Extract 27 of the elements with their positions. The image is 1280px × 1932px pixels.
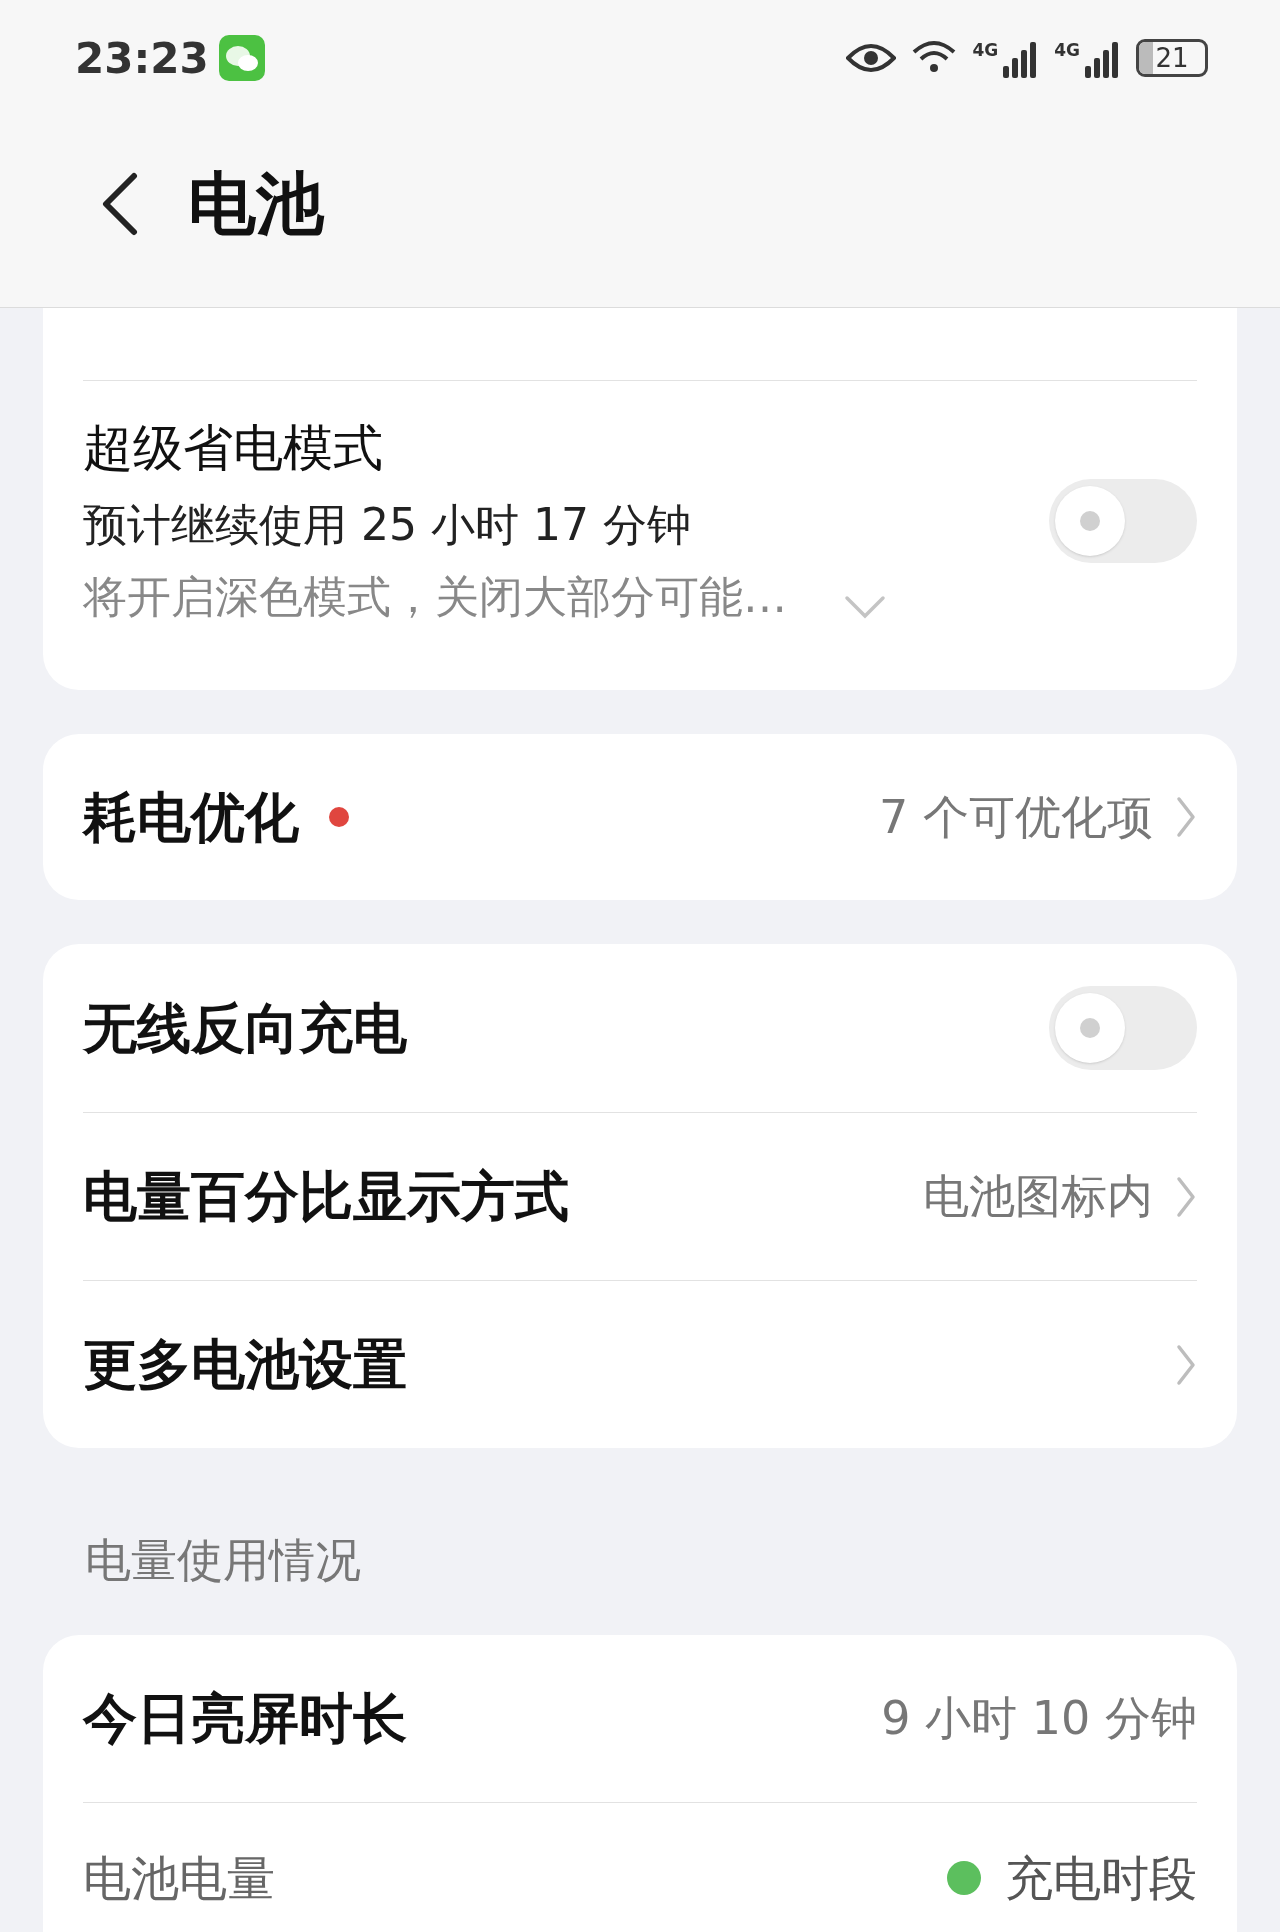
setting-title: 今日亮屏时长 xyxy=(83,1686,407,1752)
setting-title: 电量百分比显示方式 xyxy=(83,1164,570,1230)
chevron-right-icon xyxy=(1175,1174,1197,1219)
chart-title: 电池电量 xyxy=(83,1849,275,1908)
setting-value: 7 个可优化项 xyxy=(879,788,1153,846)
chevron-right-icon xyxy=(1175,1342,1197,1387)
setting-title: 耗电优化 xyxy=(83,784,299,851)
setting-title: 更多电池设置 xyxy=(83,1332,408,1398)
chevron-down-icon[interactable] xyxy=(843,594,887,620)
battery-indicator: 21 xyxy=(1136,39,1208,77)
optimize-row[interactable]: 耗电优化 7 个可优化项 xyxy=(43,734,1237,900)
network-label: 4G xyxy=(1054,39,1080,62)
status-time: 23:23 xyxy=(75,32,209,85)
network-label: 4G xyxy=(972,39,999,62)
eye-icon xyxy=(846,42,897,74)
setting-title: 超级省电模式 xyxy=(83,418,384,479)
setting-value: 9 小时 10 分钟 xyxy=(881,1690,1197,1747)
setting-title: 无线反向充电 xyxy=(83,995,408,1062)
chat-app-icon xyxy=(218,35,265,81)
page-title: 电池 xyxy=(188,162,324,245)
back-icon[interactable] xyxy=(100,171,140,236)
setting-value: 电池图标内 xyxy=(923,1168,1153,1225)
chevron-right-icon xyxy=(1175,795,1197,839)
setting-subtitle: 预计继续使用 25 小时 17 分钟 xyxy=(83,498,692,552)
setting-description: 将开启深色模式，关闭大部分可能… xyxy=(83,570,787,624)
legend-label: 充电时段 xyxy=(1005,1849,1197,1908)
section-heading: 电量使用情况 xyxy=(84,1532,362,1589)
